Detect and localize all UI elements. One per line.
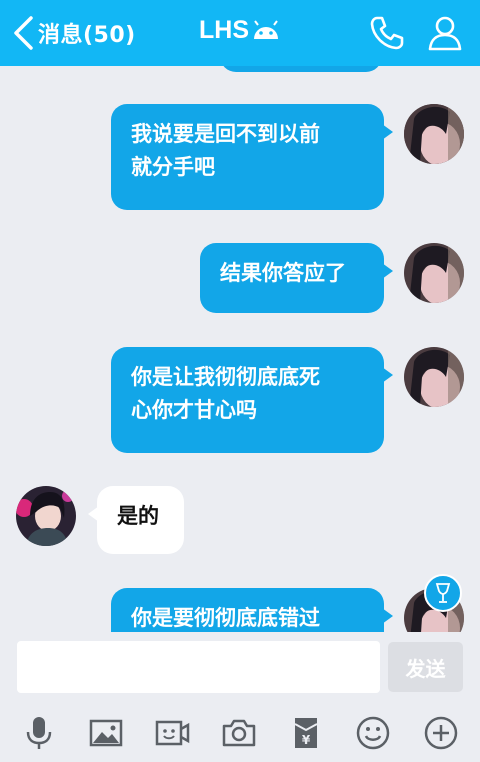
send-button[interactable]: 发送 <box>388 642 463 692</box>
composer: 发送 <box>0 632 480 702</box>
my-avatar[interactable] <box>404 347 464 407</box>
camera-icon <box>222 719 256 747</box>
composer-toolbar: ¥ <box>0 702 480 762</box>
android-icon <box>254 19 278 39</box>
camera-button[interactable] <box>219 713 259 753</box>
message-text: 你是让我彻彻底底死 <box>131 365 320 389</box>
bubble-tail <box>382 608 393 624</box>
image-button[interactable] <box>86 713 126 753</box>
message-text: 结果你答应了 <box>220 261 346 285</box>
bubble-tail <box>382 367 393 383</box>
image-icon <box>89 719 123 747</box>
red-packet-button[interactable]: ¥ <box>286 713 326 753</box>
more-button[interactable] <box>421 713 461 753</box>
red-packet-icon: ¥ <box>294 718 318 748</box>
message-text: 心你才甘心吗 <box>131 398 257 422</box>
video-call-icon <box>155 720 190 746</box>
wine-glass-icon <box>435 583 451 603</box>
message-text: 是的 <box>117 504 159 528</box>
message-list[interactable]: 我说要是回不到以前 就分手吧 结果你答应了 你是让我彻彻底底死 心你才甘心吗 是… <box>0 66 480 632</box>
message-bubble-incoming[interactable]: 是的 <box>88 486 184 554</box>
plus-icon <box>424 716 458 750</box>
chat-header: 消息(50) LHS <box>0 0 480 66</box>
contact-name: LHS <box>199 16 249 44</box>
message-text: 我说要是回不到以前 <box>131 122 320 146</box>
contact-avatar[interactable] <box>16 486 76 546</box>
emoji-icon <box>356 716 390 750</box>
message-text: 你是要彻彻底底错过 <box>131 606 320 630</box>
bubble-tail <box>88 506 99 522</box>
message-bubble-outgoing[interactable]: 我说要是回不到以前 就分手吧 <box>111 104 393 210</box>
video-call-button[interactable] <box>152 713 192 753</box>
drink-badge[interactable] <box>424 574 462 612</box>
phone-icon[interactable] <box>368 14 406 52</box>
bubble-tail <box>382 124 393 140</box>
message-bubble-outgoing[interactable]: 结果你答应了 <box>200 243 393 313</box>
emoji-button[interactable] <box>353 713 393 753</box>
message-text: 就分手吧 <box>131 155 215 179</box>
my-avatar[interactable] <box>404 104 464 164</box>
voice-button[interactable] <box>19 713 59 753</box>
message-bubble-outgoing[interactable] <box>220 66 382 72</box>
message-bubble-outgoing[interactable]: 你是让我彻彻底底死 心你才甘心吗 <box>111 347 393 453</box>
chat-title: LHS <box>0 16 480 45</box>
message-bubble-outgoing[interactable]: 你是要彻彻底底错过 <box>111 588 393 632</box>
my-avatar[interactable] <box>404 243 464 303</box>
message-input[interactable] <box>17 641 380 693</box>
svg-text:¥: ¥ <box>302 733 311 747</box>
profile-icon[interactable] <box>426 14 464 52</box>
microphone-icon <box>26 717 52 749</box>
bubble-tail <box>382 263 393 279</box>
